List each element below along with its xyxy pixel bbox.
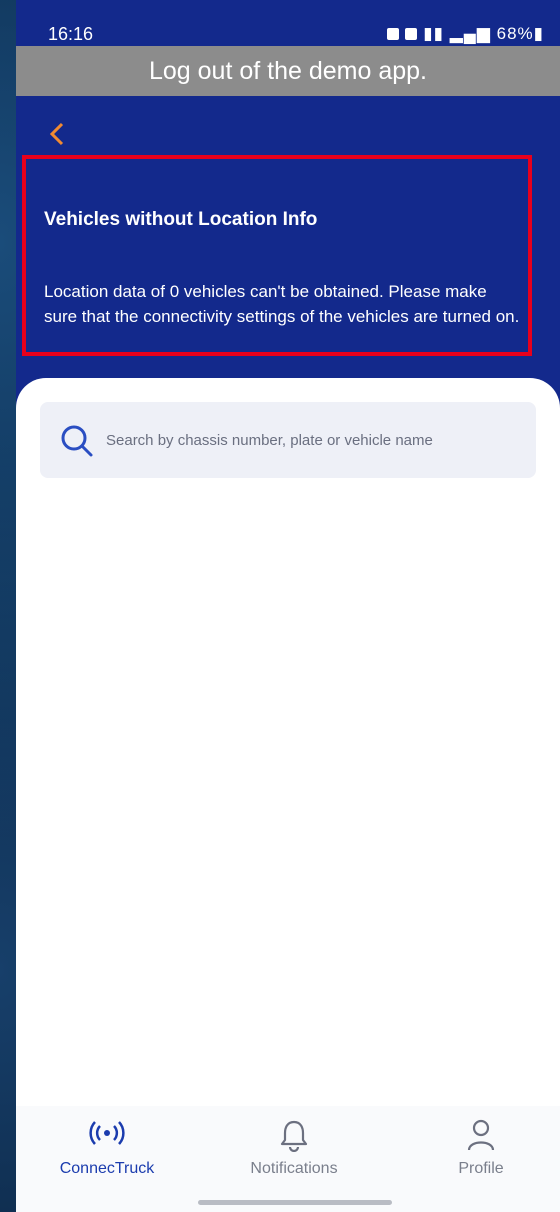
content-sheet: Search by chassis number, plate or vehic… [16, 378, 560, 1212]
battery-level: 68% [496, 24, 534, 43]
search-input[interactable]: Search by chassis number, plate or vehic… [40, 402, 536, 478]
back-button[interactable] [44, 116, 74, 152]
bell-icon [280, 1120, 308, 1152]
bottom-tab-bar: ConnecTruck Notifications Profile [16, 1106, 560, 1212]
tab-label: Notifications [250, 1160, 338, 1177]
tab-connectruck[interactable]: ConnecTruck [32, 1106, 182, 1186]
app-screen: 16:16 ▮▮ ▂▄▆ 68%▮ Log out of the demo ap… [16, 0, 560, 1212]
tab-label: Profile [458, 1160, 504, 1177]
demo-logout-banner[interactable]: Log out of the demo app. [16, 46, 560, 96]
status-icons: ▮▮ ▂▄▆ 68%▮ [387, 24, 544, 44]
signal-icon: ▮▮ ▂▄▆ [423, 24, 491, 43]
gallery-icon [405, 28, 418, 40]
profile-icon [467, 1119, 495, 1151]
home-indicator[interactable] [198, 1200, 392, 1205]
chevron-left-icon [49, 122, 64, 146]
tab-label: ConnecTruck [59, 1160, 155, 1177]
notification-icon [387, 28, 400, 40]
tab-notifications[interactable]: Notifications [219, 1106, 369, 1186]
search-icon [61, 425, 93, 457]
banner-text: Log out of the demo app. [149, 56, 427, 85]
tab-profile[interactable]: Profile [406, 1106, 556, 1186]
status-time: 16:16 [48, 24, 94, 44]
search-placeholder: Search by chassis number, plate or vehic… [106, 432, 433, 449]
status-bar: 16:16 ▮▮ ▂▄▆ 68%▮ [16, 0, 560, 46]
info-body: Location data of 0 vehicles can't be obt… [44, 282, 520, 326]
info-title: Vehicles without Location Info [44, 209, 318, 230]
connectruck-icon [89, 1121, 125, 1145]
battery-icon: ▮ [533, 24, 544, 43]
vehicles-without-location-info: Vehicles without Location Info Location … [22, 155, 532, 356]
